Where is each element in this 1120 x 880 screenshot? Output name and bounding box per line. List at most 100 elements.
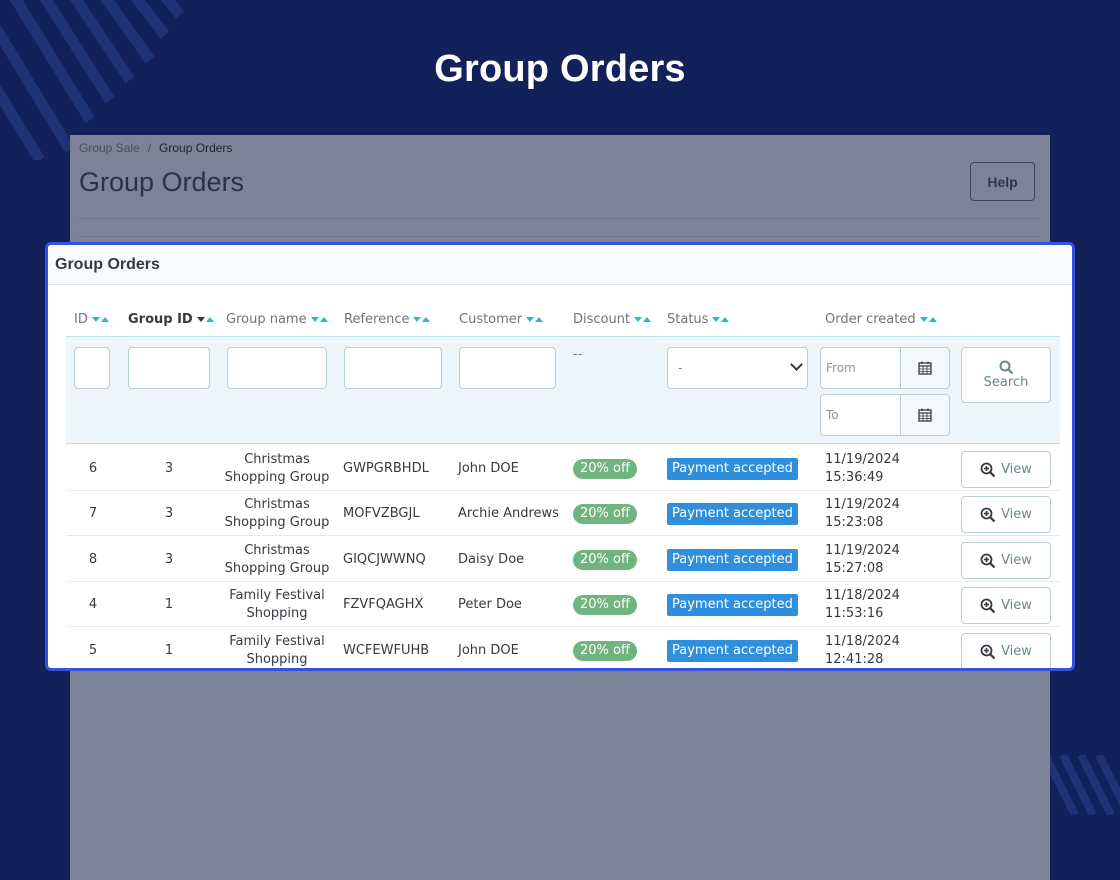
cell-customer: Archie Andrews <box>458 506 559 521</box>
cell-status: Payment accepted <box>667 537 817 582</box>
zoom-in-icon <box>980 462 996 478</box>
column-header-label: Status <box>667 312 709 327</box>
cell-reference: FZVFQAGHX <box>343 597 424 612</box>
cell-id: 6 <box>88 461 98 476</box>
breadcrumb-current: Group Orders <box>159 141 233 155</box>
date-from-input[interactable]: From <box>821 348 900 388</box>
cell-reference: MOFVZBGJL <box>343 506 420 521</box>
view-button-label: View <box>1001 598 1032 613</box>
column-header-group-name[interactable]: Group name <box>226 312 328 327</box>
cell-group-name: Family Festival Shopping <box>218 628 336 668</box>
group-name-text: Family Festival Shopping <box>229 587 325 621</box>
sort-arrows-icon[interactable] <box>91 317 109 322</box>
reference-filter-input[interactable] <box>344 347 442 389</box>
view-button-label: View <box>1001 553 1032 568</box>
order-date: 11/18/2024 <box>825 633 900 649</box>
sort-arrows-icon[interactable] <box>413 317 431 322</box>
order-time: 12:41:28 <box>825 651 884 667</box>
search-button[interactable]: Search <box>961 347 1051 403</box>
group-name-text: Christmas Shopping Group <box>224 496 330 530</box>
cell-discount: 20% off <box>573 582 663 627</box>
cell-group-name: Christmas Shopping Group <box>218 446 336 491</box>
sort-arrows-icon[interactable] <box>196 317 214 322</box>
view-button[interactable]: View <box>961 633 1051 668</box>
table-row: 5 1 Family Festival Shopping WCFEWFUHB John … <box>66 628 1060 668</box>
cell-id: 8 <box>88 552 98 567</box>
column-header-discount[interactable]: Discount <box>573 312 652 327</box>
column-header-label: Group ID <box>128 312 193 327</box>
column-header-label: Discount <box>573 312 631 327</box>
table-row: 7 3 Christmas Shopping Group MOFVZBGJL Archi… <box>66 491 1060 536</box>
view-button[interactable]: View <box>961 587 1051 624</box>
date-to-input[interactable]: To <box>821 395 900 435</box>
cell-customer: Daisy Doe <box>458 552 525 567</box>
cell-reference: GIQCJWWNQ <box>343 552 426 567</box>
cell-status: Payment accepted <box>667 491 817 536</box>
cell-discount: 20% off <box>573 537 663 582</box>
cell-reference: GWPGRBHDL <box>343 461 429 476</box>
status-badge: Payment accepted <box>667 457 798 480</box>
cell-order-created: 11/19/2024 15:36:49 <box>825 446 945 491</box>
cell-id: 5 <box>88 643 98 658</box>
group-name-filter-input[interactable] <box>227 347 327 389</box>
order-date: 11/19/2024 <box>825 496 900 512</box>
card-title: Group Orders <box>48 245 1072 285</box>
cell-group-id: 1 <box>164 643 174 658</box>
view-button[interactable]: View <box>961 451 1051 488</box>
discount-filter-placeholder: -- <box>573 347 583 362</box>
cell-order-created: 11/18/2024 12:41:28 <box>825 628 945 668</box>
calendar-icon[interactable] <box>900 395 949 435</box>
view-button[interactable]: View <box>961 496 1051 533</box>
breadcrumb-separator: / <box>147 141 152 155</box>
column-header-id[interactable]: ID <box>74 312 109 327</box>
sort-arrows-icon[interactable] <box>712 317 730 322</box>
sort-arrows-icon[interactable] <box>634 317 652 322</box>
cell-status: Payment accepted <box>667 446 817 491</box>
discount-badge: 20% off <box>573 594 637 615</box>
cell-group-id: 1 <box>164 597 174 612</box>
calendar-icon[interactable] <box>900 348 949 388</box>
status-badge: Payment accepted <box>667 593 798 616</box>
view-button-label: View <box>1001 462 1032 477</box>
discount-badge: 20% off <box>573 549 637 570</box>
sort-arrows-icon[interactable] <box>526 317 544 322</box>
breadcrumb-parent[interactable]: Group Sale <box>79 141 140 155</box>
cell-customer: John DOE <box>458 643 519 658</box>
order-date: 11/18/2024 <box>825 587 900 603</box>
column-header-reference[interactable]: Reference <box>344 312 431 327</box>
cell-customer: John DOE <box>458 461 519 476</box>
column-header-status[interactable]: Status <box>667 312 730 327</box>
sort-arrows-icon[interactable] <box>310 317 328 322</box>
status-badge: Payment accepted <box>667 548 798 571</box>
view-button[interactable]: View <box>961 542 1051 579</box>
group-name-text: Christmas Shopping Group <box>224 451 330 485</box>
cell-group-id: 3 <box>164 552 174 567</box>
customer-filter-input[interactable] <box>459 347 556 389</box>
discount-badge: 20% off <box>573 640 637 661</box>
column-header-label: Reference <box>344 312 410 327</box>
help-button[interactable]: Help <box>970 162 1035 201</box>
id-filter-input[interactable] <box>74 347 110 389</box>
status-filter-select[interactable]: - <box>667 347 808 389</box>
page-title: Group Orders <box>79 167 245 197</box>
order-time: 15:23:08 <box>825 514 884 530</box>
column-header-order-created[interactable]: Order created <box>825 312 937 327</box>
cell-group-name: Family Festival Shopping <box>218 582 336 627</box>
cell-order-created: 11/18/2024 11:53:16 <box>825 582 945 627</box>
column-header-group-id[interactable]: Group ID <box>128 312 214 327</box>
cell-group-id: 3 <box>164 506 174 521</box>
decorative-stripes-bottom-right <box>1045 755 1120 815</box>
order-time: 11:53:16 <box>825 605 884 621</box>
view-button-label: View <box>1001 507 1032 522</box>
discount-badge: 20% off <box>573 458 637 479</box>
cell-reference: WCFEWFUHB <box>343 643 430 658</box>
table-row: 6 3 Christmas Shopping Group GWPGRBHDL John … <box>66 446 1060 491</box>
status-filter-selected: - <box>678 361 683 375</box>
column-header-customer[interactable]: Customer <box>459 312 544 327</box>
group-name-text: Christmas Shopping Group <box>224 542 330 576</box>
column-header-label: ID <box>74 312 88 327</box>
sort-arrows-icon[interactable] <box>919 317 937 322</box>
group-id-filter-input[interactable] <box>128 347 210 389</box>
cell-group-name: Christmas Shopping Group <box>218 491 336 536</box>
cell-discount: 20% off <box>573 628 663 668</box>
